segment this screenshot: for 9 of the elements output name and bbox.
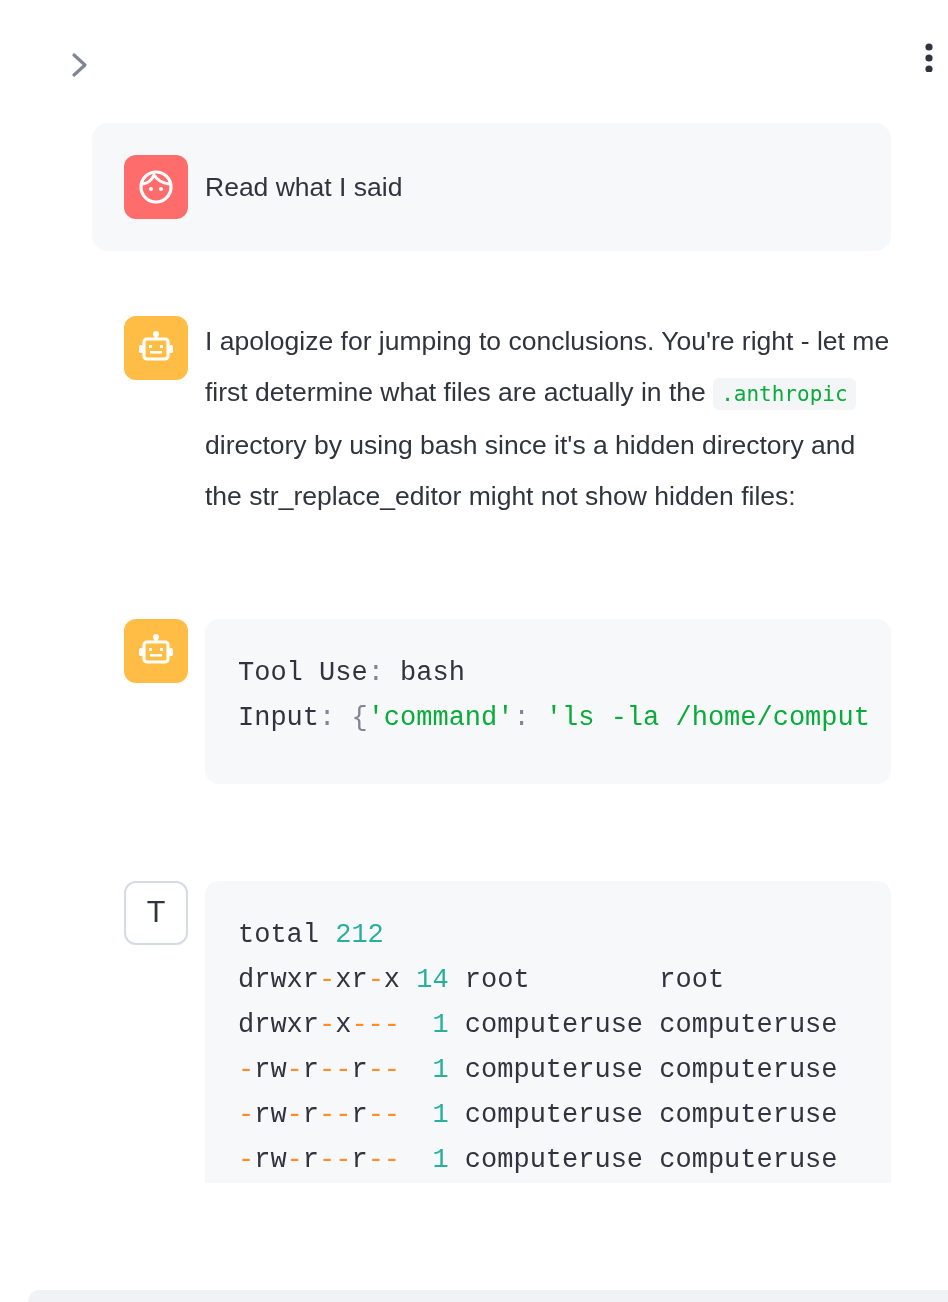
avatar-letter: T (124, 881, 188, 945)
more-menu-icon[interactable] (924, 42, 934, 72)
tool-output: total 212 drwxr-xr-x 14 root root drwxr-x--- 1 computeruse computeruse -rw-r--r-- 1 computeruse computeruse -rw-r--r-- 1 computeruse computeruse -rw-r--r-- 1 computeruse computeruse (205, 881, 891, 1183)
assistant-message: I apologize for jumping to conclusions. You're right - let me first determine what files are actually in the .anthropic directory by using bash since it's a hidden directory and the str_replace_editor might not show hidden files: (205, 325, 891, 513)
tool-use-code: Tool Use: bash Input: {'command': 'ls -la /home/comput (205, 619, 891, 784)
face-icon (124, 155, 188, 219)
user-message: Read what I said (205, 171, 404, 204)
robot-icon (124, 316, 188, 380)
robot-icon (124, 619, 188, 683)
